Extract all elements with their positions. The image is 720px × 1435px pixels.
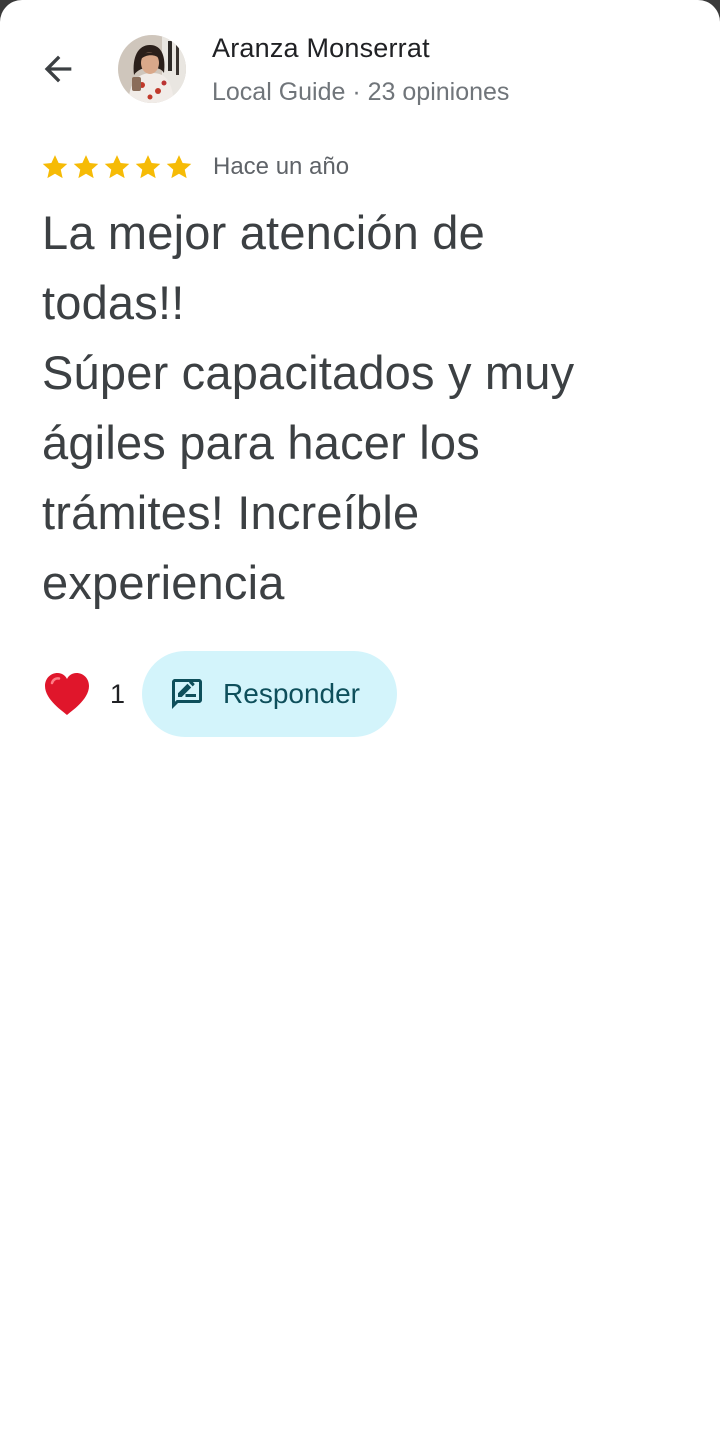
star-icon (42, 155, 68, 179)
reply-label: Responder (223, 678, 361, 709)
review-text-line: ágiles para hacer los (42, 416, 480, 469)
like-button[interactable]: 1 (42, 651, 142, 737)
review-text: La mejor atención de todas!! Súper capac… (42, 198, 682, 618)
review-actions: 1 Responder (42, 651, 398, 737)
rate-review-icon (172, 679, 203, 709)
review-text-line: experiencia (42, 556, 285, 609)
review-date: Hace un año (213, 153, 350, 180)
star-icon (166, 155, 192, 179)
review-text-line: La mejor atención de (42, 206, 485, 259)
review-text-line: Súper capacitados y muy (42, 346, 575, 399)
star-icon (135, 155, 161, 179)
rating-row: Hace un año (40, 150, 349, 184)
user-avatar-image (118, 35, 186, 103)
review-text-line: todas!! (42, 276, 185, 329)
star-icon (104, 155, 130, 179)
arrow-back-icon (44, 55, 72, 83)
review-detail-screen: Aranza Monserrat Local Guide · 23 opinio… (0, 0, 720, 1435)
review-text-line: trámites! Increíble (42, 486, 420, 539)
like-count: 1 (110, 678, 126, 709)
star-icon (73, 155, 99, 179)
back-button[interactable] (30, 44, 86, 94)
red-heart-icon (45, 673, 89, 715)
reply-button[interactable]: Responder (142, 651, 398, 737)
author-name[interactable]: Aranza Monserrat (212, 33, 430, 64)
author-meta: Local Guide · 23 opiniones (212, 78, 510, 106)
avatar[interactable] (118, 35, 186, 103)
star-rating (40, 152, 195, 182)
